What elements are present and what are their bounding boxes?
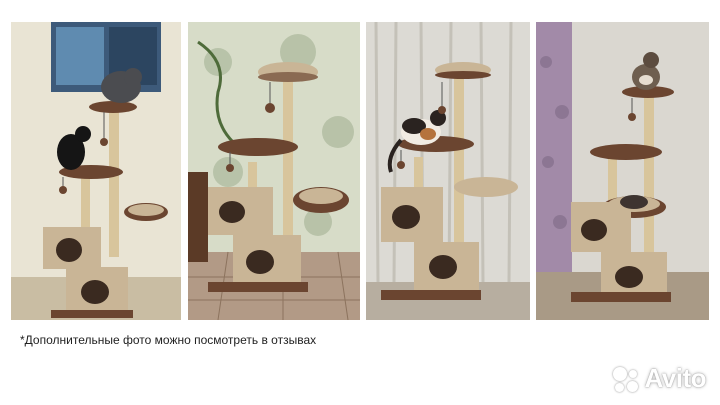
cat-tree-photo-3 xyxy=(366,22,530,320)
avito-logo-icon xyxy=(610,364,640,394)
avito-brand-text: Avito xyxy=(644,363,706,393)
cat-tree-photo-4 xyxy=(536,22,709,320)
avito-watermark: Avito xyxy=(610,363,706,394)
cat-tree-photo-1 xyxy=(11,22,181,320)
additional-photos-note: *Дополнительные фото можно посмотреть в … xyxy=(20,333,317,347)
cat-tree-photo-2 xyxy=(188,22,360,320)
